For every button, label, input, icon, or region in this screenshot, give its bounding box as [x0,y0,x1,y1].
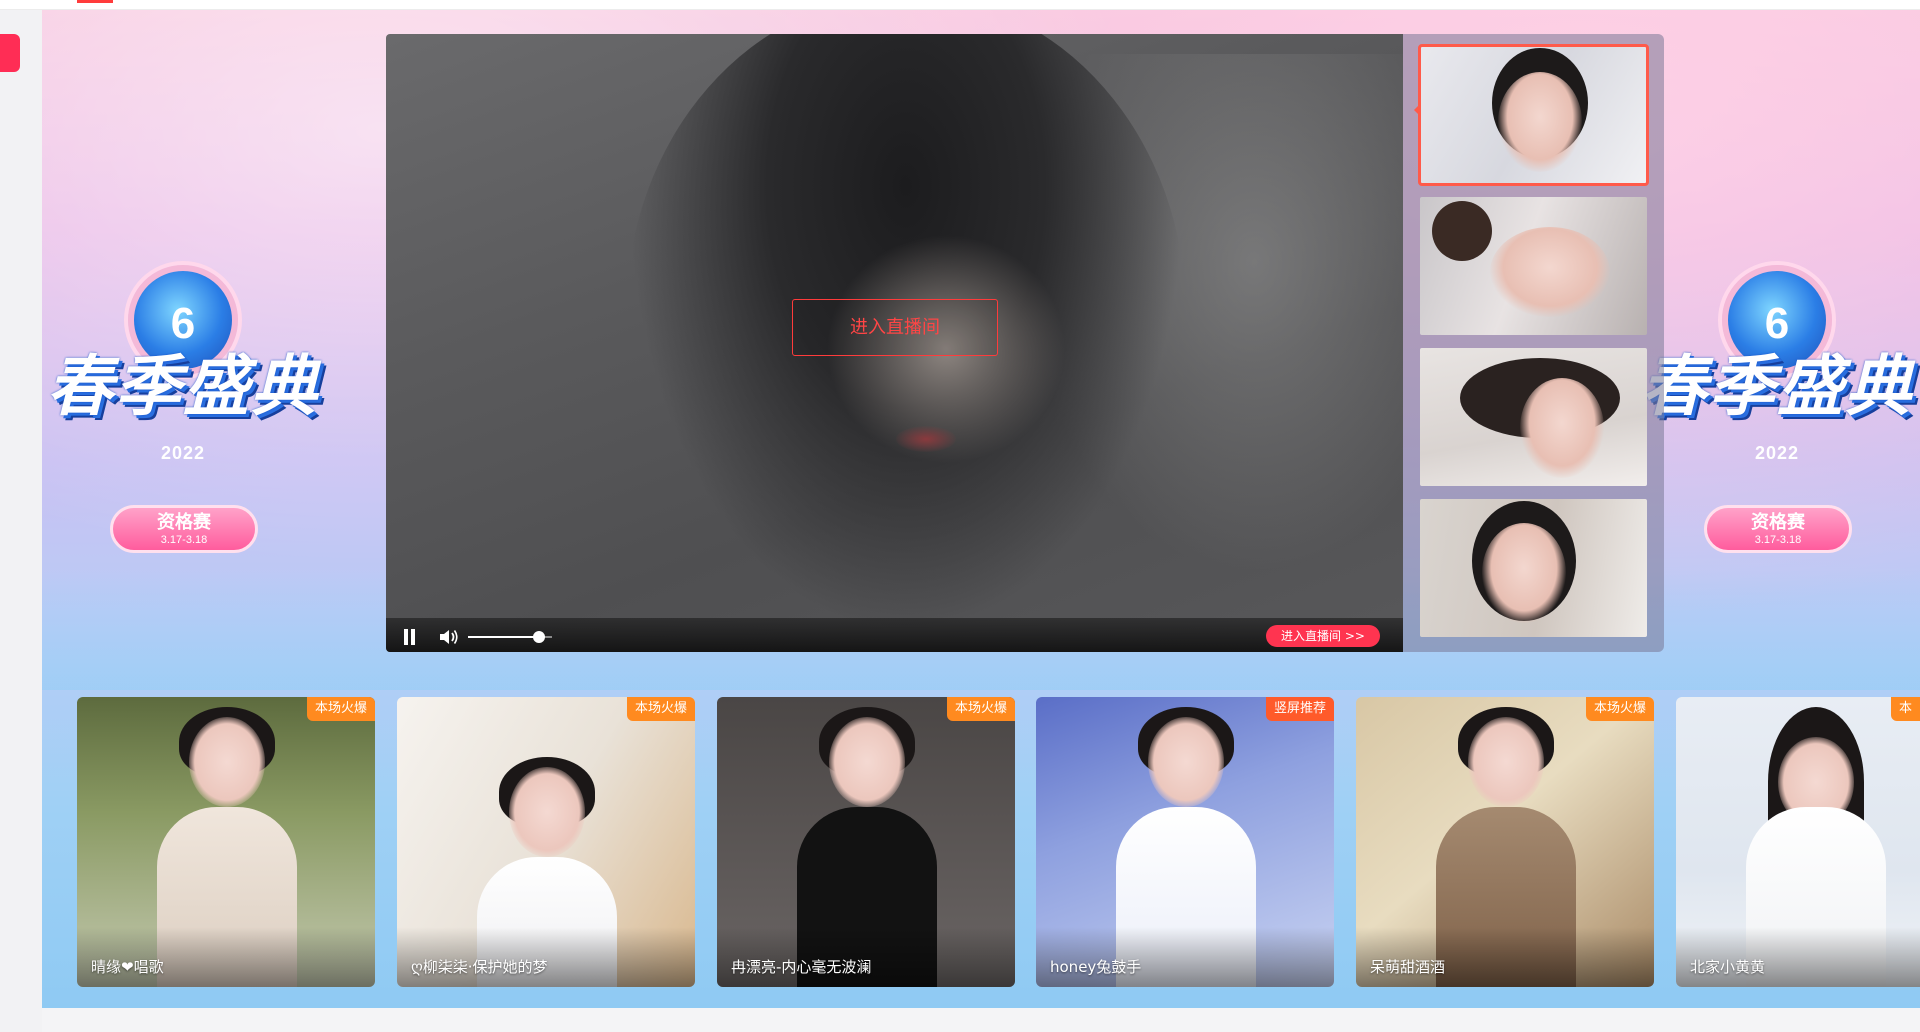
card-badge: 本 [1890,697,1920,721]
volume-level [468,636,540,638]
video-player[interactable]: 进入直播间 进入直播间 >> [386,34,1403,652]
festival-stage-badge: 资格赛 3.17-3.18 [110,505,258,553]
stream-card[interactable]: 本场火爆 冉漂亮-内心毫无波澜 [717,697,1015,987]
festival-year: 2022 [1754,443,1800,463]
thumbnail-rail [1403,34,1664,652]
volume-handle[interactable] [533,631,546,643]
thumbnail-4[interactable] [1420,499,1647,637]
video-frame-detail [896,426,956,452]
thumbnail-subject [1432,201,1492,261]
festival-stage: 资格赛 [157,512,211,533]
card-streamer-name: ღ柳柒柒·保护她的梦 [411,958,548,976]
stream-card[interactable]: 竖屏推荐 honey兔鼓手 [1036,697,1334,987]
card-streamer-name: 冉漂亮-内心毫无波澜 [731,958,872,976]
volume-icon[interactable] [438,627,460,647]
festival-stage: 资格赛 [1751,512,1805,533]
stream-card[interactable]: 本场火爆 ღ柳柒柒·保护她的梦 [397,697,695,987]
festival-year: 2022 [160,443,206,463]
thumbnail-3[interactable] [1420,348,1647,486]
thumbnail-face [1520,378,1604,478]
card-streamer-name: 呆萌甜酒酒 [1370,958,1446,976]
enter-room-small-button[interactable]: 进入直播间 >> [1266,625,1380,647]
thumbnail-face [1482,523,1566,623]
card-badge: 本场火爆 [1585,697,1654,721]
stream-card[interactable]: 本场火爆 呆萌甜酒酒 [1356,697,1654,987]
bottom-strip [42,1008,1920,1032]
top-bar [0,0,1920,10]
side-tab[interactable] [0,34,20,72]
card-badge: 本场火爆 [306,697,375,721]
festival-title: 春季盛典 [1641,348,1913,425]
thumbnail-2[interactable] [1420,197,1647,335]
card-streamer-name: honey兔鼓手 [1050,958,1142,976]
festival-dates: 3.17-3.18 [160,534,208,546]
player-controls: 进入直播间 >> [386,618,1403,652]
festival-logo-right: 6 春季盛典 2022 资格赛 3.17-3.18 [1622,255,1920,555]
active-nav-indicator [77,0,113,3]
card-streamer-name: 北家小黄黄 [1690,958,1766,976]
festival-dates: 3.17-3.18 [1754,534,1802,546]
stream-card[interactable]: 本 北家小黄黄 [1676,697,1920,987]
thumbnail-face [1490,227,1610,317]
stream-card[interactable]: 本场火爆 晴缘❤唱歌 [77,697,375,987]
thumbnail-1[interactable] [1418,44,1649,186]
card-badge: 本场火爆 [626,697,695,721]
festival-stage-badge: 资格赛 3.17-3.18 [1704,505,1852,553]
festival-logo-left: 6 春季盛典 2022 资格赛 3.17-3.18 [28,255,338,555]
card-badge: 竖屏推荐 [1265,697,1334,721]
card-streamer-name: 晴缘❤唱歌 [91,958,164,976]
volume-slider[interactable] [468,631,552,643]
pause-icon[interactable] [402,629,416,645]
thumbnail-face [1498,72,1582,172]
card-badge: 本场火爆 [946,697,1015,721]
festival-title: 春季盛典 [47,348,319,425]
enter-room-button[interactable]: 进入直播间 [792,299,998,356]
